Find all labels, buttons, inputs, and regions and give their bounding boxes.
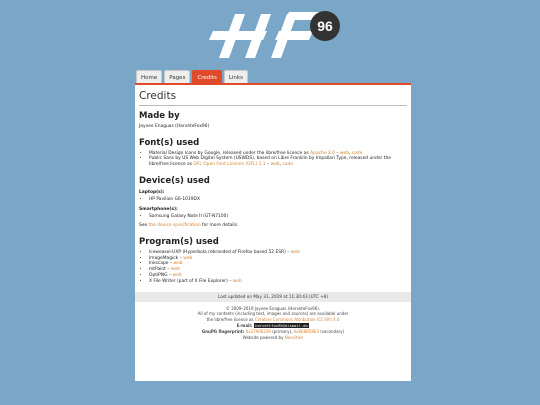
- neocities-link[interactable]: Neocities: [285, 335, 303, 340]
- powered-by: Website powered by Neocities: [242, 335, 304, 341]
- title-divider: [139, 105, 407, 106]
- laptop-list: HP Pavilion G6-1019DX: [139, 197, 407, 203]
- web-link[interactable]: web: [171, 267, 180, 272]
- site-logo[interactable]: 96: [205, 6, 345, 62]
- web-link[interactable]: web: [183, 256, 192, 261]
- contact-info: E-mail: harvettfox96@dismail.de GnuPG fi…: [201, 323, 345, 334]
- copyright-text: © 2009–2019 Jayvee Enaguas (HarveteFox96…: [197, 306, 349, 322]
- tab-pages[interactable]: Pages: [164, 70, 191, 84]
- web-link[interactable]: web: [174, 261, 183, 266]
- licence-link[interactable]: OFL Open Font Licence (OFL) 1.1: [193, 162, 265, 167]
- smartphone-label: Smartphone(s):: [139, 206, 178, 212]
- web-link[interactable]: web: [173, 273, 182, 278]
- programs-list: Iceweasel-UXP (Hyperbola rebranded of Fi…: [139, 250, 407, 285]
- list-item: HP Pavilion G6-1019DX: [149, 197, 407, 203]
- gpg-secondary-link[interactable]: 0x6E8B58E3: [294, 329, 319, 334]
- programs-heading: Program(s) used: [139, 236, 219, 247]
- web-link[interactable]: web: [291, 250, 300, 255]
- web-link[interactable]: web: [340, 151, 349, 156]
- web-link[interactable]: web: [271, 162, 280, 167]
- laptop-label: Laptop(s):: [139, 189, 165, 195]
- list-item: ImageMagick – web: [149, 256, 407, 262]
- page-title: Credits: [139, 90, 177, 102]
- gpg-primary-link[interactable]: 0x37906339: [246, 329, 271, 334]
- licence-link[interactable]: Creative Commons Attribution (CC-BY) 4.0: [255, 317, 340, 322]
- list-item: Inkscape – web: [149, 261, 407, 267]
- web-link[interactable]: web: [233, 279, 242, 284]
- fonts-heading: Font(s) used: [139, 137, 200, 148]
- list-item: mtPaint – web: [149, 267, 407, 273]
- logo-badge-text: 96: [317, 18, 333, 34]
- logo-hf-mark: [209, 12, 329, 58]
- devices-heading: Device(s) used: [139, 175, 210, 186]
- code-link[interactable]: code: [352, 151, 363, 156]
- tab-credits[interactable]: Credits: [192, 70, 222, 84]
- fonts-list: Material Design Icons by Google, release…: [139, 151, 407, 168]
- last-updated: Last updated on May 31, 2019 at 11:30:43…: [135, 291, 411, 302]
- list-item: Public Sans by US Web Digital System (US…: [149, 156, 407, 167]
- list-item: OptiPNG – web: [149, 273, 407, 279]
- code-link[interactable]: code: [283, 162, 294, 167]
- tab-home[interactable]: Home: [136, 70, 163, 84]
- page-footer: © 2009–2019 Jayvee Enaguas (HarveteFox96…: [135, 302, 411, 341]
- content-panel: Credits Made by Jayvee Enaguas (HarveteF…: [135, 83, 411, 381]
- device-spec-note: See the device specification for more de…: [139, 223, 239, 229]
- list-item: X File Writer (part of X File Explorer) …: [149, 279, 407, 285]
- licence-link[interactable]: Apache 2.0: [310, 151, 335, 156]
- list-item: Iceweasel-UXP (Hyperbola rebranded of Fi…: [149, 250, 407, 256]
- made-by-text: Jayvee Enaguas (HarveteFox96): [139, 124, 210, 129]
- tab-links[interactable]: Links: [223, 70, 248, 84]
- device-spec-link[interactable]: the device specification: [149, 223, 201, 228]
- made-by-heading: Made by: [139, 111, 180, 121]
- tab-bar: Home Pages Credits Links: [136, 70, 248, 84]
- list-item: Samsung Galaxy Note II (GT-N7100): [149, 214, 407, 220]
- smartphone-list: Samsung Galaxy Note II (GT-N7100): [139, 214, 407, 220]
